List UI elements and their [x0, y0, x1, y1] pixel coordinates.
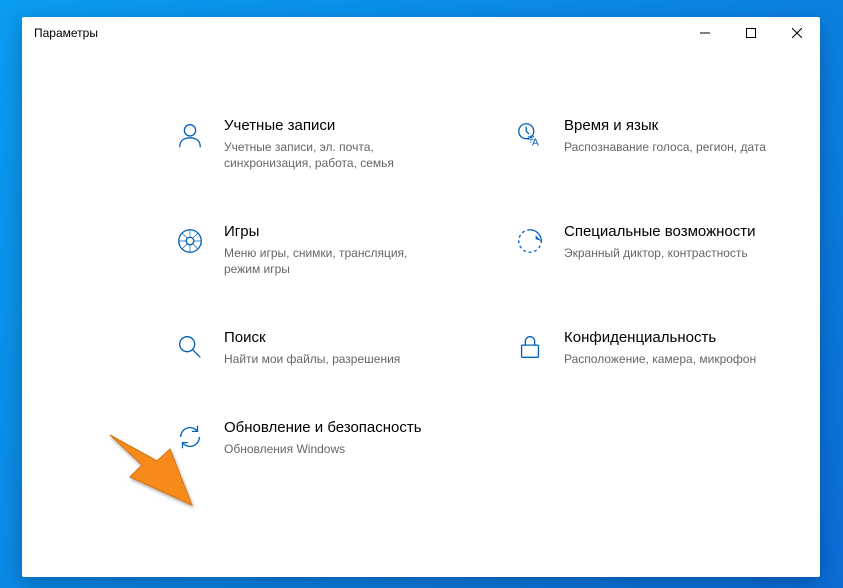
search-icon [174, 331, 206, 363]
settings-window: Параметры Учетные записи Учетные записи,… [22, 17, 820, 577]
time-language-icon: A字 [514, 119, 546, 151]
settings-grid: Учетные записи Учетные записи, эл. почта… [174, 117, 843, 457]
tile-ease-of-access[interactable]: Специальные возможности Экранный диктор,… [514, 223, 774, 277]
tile-desc: Найти мои файлы, разрешения [224, 351, 400, 367]
gaming-icon [174, 225, 206, 257]
tile-text: Учетные записи Учетные записи, эл. почта… [224, 117, 434, 171]
tile-text: Специальные возможности Экранный диктор,… [564, 223, 756, 261]
tile-text: Конфиденциальность Расположение, камера,… [564, 329, 756, 367]
tile-title: Специальные возможности [564, 223, 756, 242]
settings-content: Учетные записи Учетные записи, эл. почта… [22, 77, 820, 577]
tile-title: Время и язык [564, 117, 766, 136]
tile-time-language[interactable]: A字 Время и язык Распознавание голоса, ре… [514, 117, 774, 171]
titlebar: Параметры [22, 17, 820, 49]
tile-title: Поиск [224, 329, 400, 348]
minimize-icon [700, 28, 710, 38]
privacy-icon [514, 331, 546, 363]
tile-title: Обновление и безопасность [224, 419, 422, 438]
tile-desc: Расположение, камера, микрофон [564, 351, 756, 367]
window-title: Параметры [34, 26, 98, 40]
tile-text: Обновление и безопасность Обновления Win… [224, 419, 422, 457]
minimize-button[interactable] [682, 17, 728, 49]
tile-accounts[interactable]: Учетные записи Учетные записи, эл. почта… [174, 117, 434, 171]
close-button[interactable] [774, 17, 820, 49]
tile-desc: Распознавание голоса, регион, дата [564, 139, 766, 155]
update-security-icon [174, 421, 206, 453]
tile-desc: Меню игры, снимки, трансляция, режим игр… [224, 245, 434, 277]
tile-title: Учетные записи [224, 117, 434, 136]
tile-text: Время и язык Распознавание голоса, регио… [564, 117, 766, 155]
tile-gaming[interactable]: Игры Меню игры, снимки, трансляция, режи… [174, 223, 434, 277]
svg-text:字: 字 [527, 134, 535, 144]
tile-privacy[interactable]: Конфиденциальность Расположение, камера,… [514, 329, 774, 367]
tile-update-security[interactable]: Обновление и безопасность Обновления Win… [174, 419, 434, 457]
tile-text: Поиск Найти мои файлы, разрешения [224, 329, 400, 367]
ease-of-access-icon [514, 225, 546, 257]
tile-text: Игры Меню игры, снимки, трансляция, режи… [224, 223, 434, 277]
tile-desc: Экранный диктор, контрастность [564, 245, 756, 261]
tile-title: Конфиденциальность [564, 329, 756, 348]
tile-title: Игры [224, 223, 434, 242]
accounts-icon [174, 119, 206, 151]
maximize-icon [746, 28, 756, 38]
window-controls [682, 17, 820, 49]
tile-desc: Учетные записи, эл. почта, синхронизация… [224, 139, 434, 171]
close-icon [792, 28, 802, 38]
maximize-button[interactable] [728, 17, 774, 49]
tile-search[interactable]: Поиск Найти мои файлы, разрешения [174, 329, 434, 367]
tile-desc: Обновления Windows [224, 441, 422, 457]
